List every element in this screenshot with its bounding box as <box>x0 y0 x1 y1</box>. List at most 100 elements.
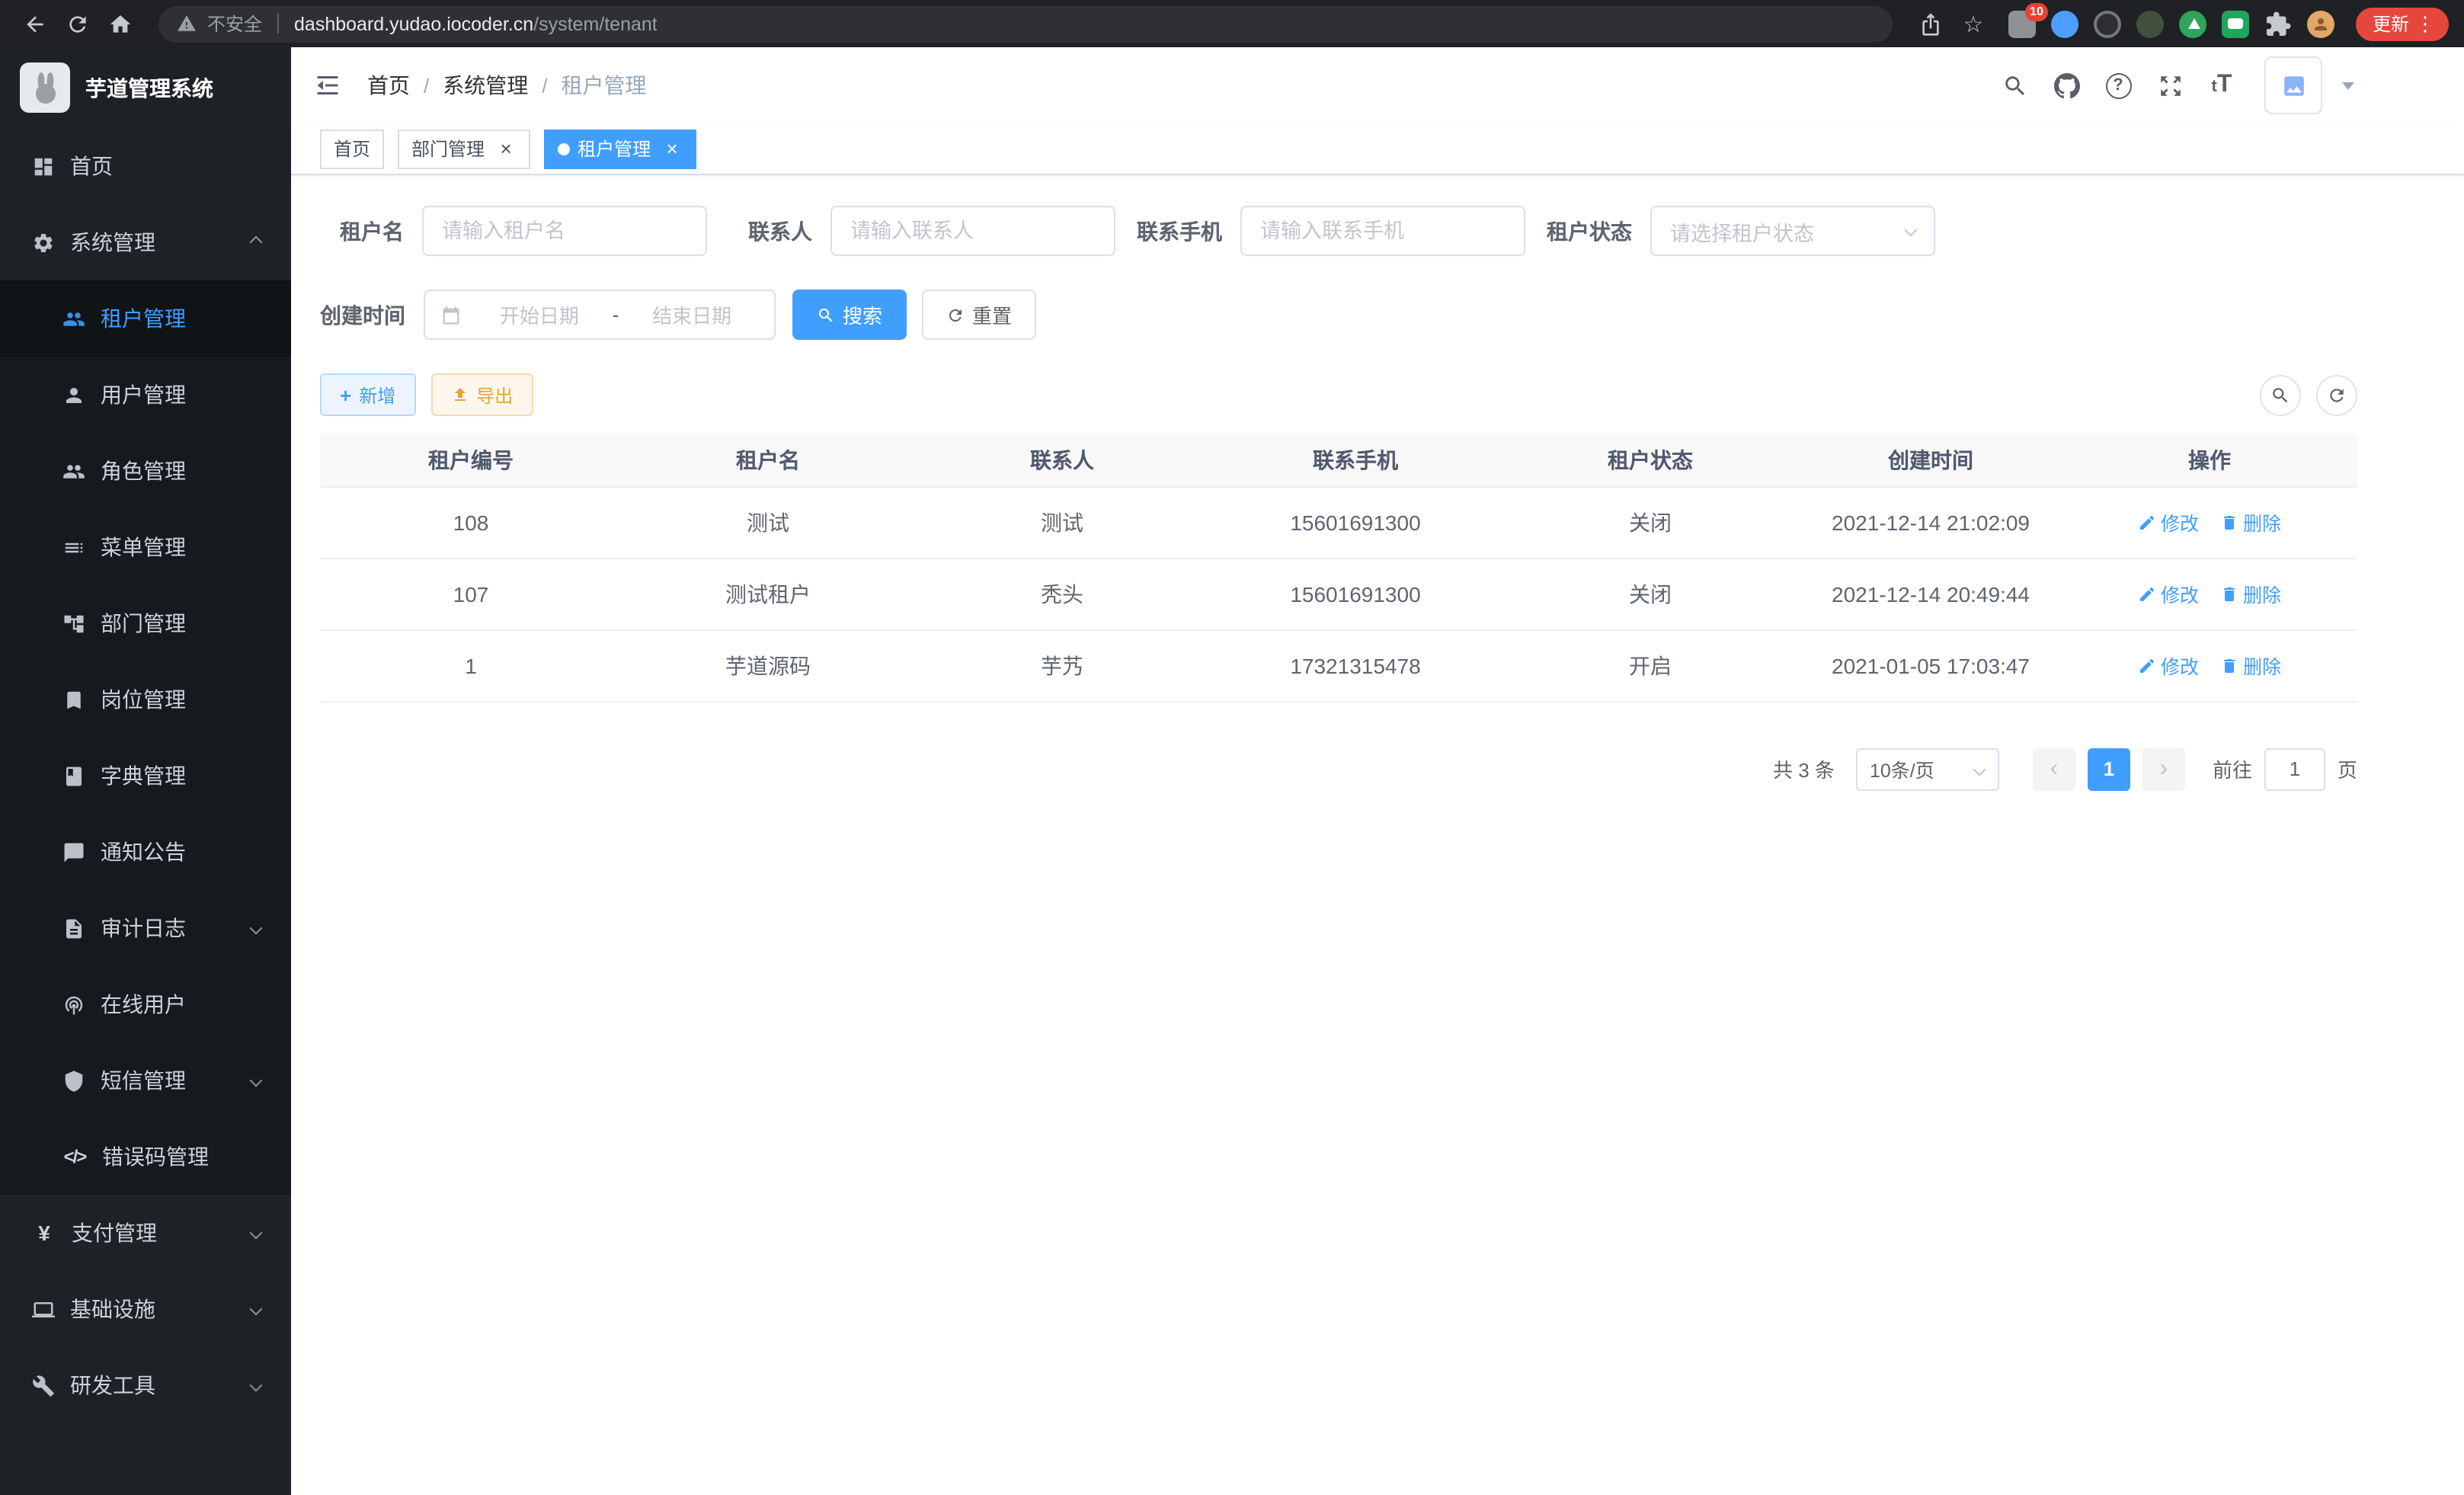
help-button[interactable]: ? <box>2097 64 2139 107</box>
tab-home[interactable]: 首页 <box>320 129 384 168</box>
close-icon[interactable]: × <box>495 138 517 159</box>
table-toolbar: + 新增 导出 <box>320 373 2357 416</box>
app-title: 芋道管理系统 <box>85 72 213 103</box>
edit-link[interactable]: 修改 <box>2138 651 2199 680</box>
sidebar-item-role[interactable]: 角色管理 <box>0 433 291 509</box>
sidebar-item-home[interactable]: 首页 <box>0 128 291 204</box>
sidebar-item-user[interactable]: 用户管理 <box>0 357 291 433</box>
user-avatar[interactable] <box>2264 56 2322 114</box>
sidebar-item-dict[interactable]: 字典管理 <box>0 738 291 814</box>
column-header: 创建时间 <box>1800 434 2062 486</box>
chevron-up-icon <box>250 236 263 249</box>
sidebar-item-tenant[interactable]: 租户管理 <box>0 280 291 357</box>
pagination-total: 共 3 条 <box>1773 754 1835 783</box>
github-icon <box>2053 72 2079 98</box>
search-button[interactable]: 搜索 <box>792 290 907 340</box>
cell-mobile: 15601691300 <box>1210 486 1501 558</box>
sidebar-item-dev-tools[interactable]: 研发工具 <box>0 1347 291 1423</box>
page-size-select[interactable]: 10条/页 <box>1856 748 1999 790</box>
export-button[interactable]: 导出 <box>430 373 533 416</box>
kebab-menu-icon[interactable]: ⋮ <box>2409 11 2441 36</box>
mobile-input[interactable] <box>1240 206 1525 256</box>
tenant-name-input[interactable] <box>422 206 707 256</box>
reset-button[interactable]: 重置 <box>922 290 1036 340</box>
address-bar[interactable]: 不安全 dashboard.yudao.iocoder.cn/system/te… <box>158 5 1893 42</box>
breadcrumb-home[interactable]: 首页 <box>367 70 410 101</box>
filter-row-2: 创建时间 开始日期 - 结束日期 搜索 重置 <box>320 290 2357 340</box>
fullscreen-button[interactable] <box>2149 64 2191 107</box>
delete-link[interactable]: 删除 <box>2220 579 2281 608</box>
chevron-down-icon <box>250 1379 263 1392</box>
sidebar-item-sms[interactable]: 短信管理 <box>0 1042 291 1119</box>
extension-icon-1[interactable]: 10 <box>2008 10 2036 37</box>
sidebar-item-error-code[interactable]: </> 错误码管理 <box>0 1119 291 1195</box>
org-tree-icon <box>62 612 85 635</box>
browser-back-button[interactable] <box>15 4 55 43</box>
caret-down-icon[interactable] <box>2342 82 2354 89</box>
bookmark-star-icon[interactable]: ☆ <box>1954 4 1993 43</box>
sidebar-item-payment[interactable]: ¥ 支付管理 <box>0 1195 291 1271</box>
browser-home-button[interactable] <box>101 4 140 43</box>
browser-reload-button[interactable] <box>58 4 98 43</box>
peoples-icon <box>62 459 85 482</box>
extension-icon-5[interactable] <box>2179 10 2206 37</box>
font-size-button[interactable]: tT <box>2200 64 2243 107</box>
sidebar-item-notice[interactable]: 通知公告 <box>0 814 291 890</box>
extension-icon-4[interactable] <box>2136 10 2164 37</box>
browser-update-button[interactable]: 更新 ⋮ <box>2356 7 2449 40</box>
plus-icon: + <box>340 385 351 405</box>
pagination-goto: 前往 页 <box>2213 748 2357 790</box>
menu-label: 用户管理 <box>101 379 186 410</box>
sidebar-item-dept[interactable]: 部门管理 <box>0 585 291 661</box>
status-select[interactable]: 请选择租户状态 <box>1650 206 1935 256</box>
delete-link[interactable]: 删除 <box>2220 507 2281 536</box>
add-button[interactable]: + 新增 <box>320 373 415 416</box>
page-number-button[interactable]: 1 <box>2088 748 2130 790</box>
sidebar-item-menu[interactable]: 菜单管理 <box>0 509 291 585</box>
sidebar-item-post[interactable]: 岗位管理 <box>0 661 291 738</box>
edit-link[interactable]: 修改 <box>2138 579 2199 608</box>
close-icon[interactable]: × <box>661 138 683 159</box>
logo[interactable]: 芋道管理系统 <box>0 47 291 128</box>
goto-page-input[interactable] <box>2264 748 2325 790</box>
breadcrumb-system[interactable]: 系统管理 <box>443 70 528 101</box>
status-select-placeholder: 请选择租户状态 <box>1670 216 1814 246</box>
extensions-area: 10 <box>2008 10 2334 37</box>
pencil-icon <box>2138 656 2156 674</box>
toggle-search-button[interactable] <box>2260 374 2301 415</box>
refresh-icon <box>946 306 965 324</box>
menu-label: 系统管理 <box>70 227 155 258</box>
browser-profile-icon[interactable] <box>2307 10 2334 37</box>
tab-dept[interactable]: 部门管理 × <box>398 129 530 168</box>
book-icon <box>62 764 85 787</box>
tab-tenant[interactable]: 租户管理 × <box>544 129 696 168</box>
sidebar-item-system[interactable]: 系统管理 <box>0 204 291 280</box>
extension-icon-2[interactable] <box>2051 10 2078 37</box>
question-icon: ? <box>2105 72 2131 98</box>
breadcrumb-current: 租户管理 <box>562 70 647 101</box>
next-page-button[interactable]: › <box>2142 748 2185 790</box>
menu-label: 错误码管理 <box>102 1141 209 1172</box>
active-dot <box>558 142 570 155</box>
browser-share-button[interactable] <box>1911 4 1950 43</box>
sidebar-item-audit-log[interactable]: 审计日志 <box>0 890 291 966</box>
sidebar-item-online-user[interactable]: 在线用户 <box>0 966 291 1042</box>
sidebar-item-infrastructure[interactable]: 基础设施 <box>0 1271 291 1347</box>
trash-icon <box>2220 584 2238 603</box>
refresh-table-button[interactable] <box>2316 374 2357 415</box>
prev-page-button[interactable]: ‹ <box>2033 748 2075 790</box>
edit-link[interactable]: 修改 <box>2138 507 2199 536</box>
navbar-actions: ? tT <box>1993 56 2354 114</box>
header-search-button[interactable] <box>1993 64 2036 107</box>
url-text: dashboard.yudao.iocoder.cn/system/tenant <box>294 13 658 34</box>
extensions-puzzle-icon[interactable] <box>2264 10 2292 37</box>
bookmark-icon <box>62 688 85 711</box>
github-button[interactable] <box>2045 64 2088 107</box>
extension-icon-6[interactable] <box>2222 10 2249 37</box>
delete-link[interactable]: 删除 <box>2220 651 2281 680</box>
contact-input[interactable] <box>830 206 1115 256</box>
date-range-picker[interactable]: 开始日期 - 结束日期 <box>424 290 776 340</box>
extension-icon-3[interactable] <box>2094 10 2121 37</box>
sidebar-toggle-button[interactable] <box>314 72 341 99</box>
sidebar: 芋道管理系统 首页 系统管理 租户管理 <box>0 47 291 1495</box>
